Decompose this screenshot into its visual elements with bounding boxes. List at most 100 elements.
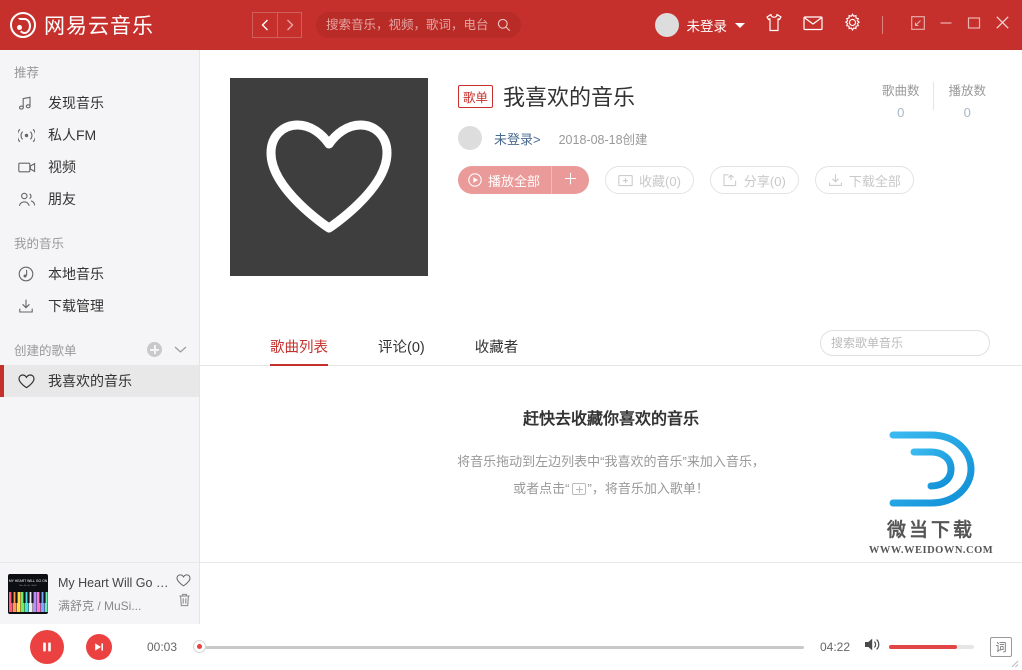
- settings-button[interactable]: [843, 13, 862, 37]
- album-art[interactable]: MY HEART WILL GO ON Man Shu Ke / MuSi: [8, 573, 48, 614]
- like-button[interactable]: [176, 573, 191, 592]
- play-all-button[interactable]: 播放全部 ＋: [458, 166, 590, 194]
- close-icon: [996, 16, 1009, 29]
- radio-icon: [18, 128, 38, 143]
- next-track-button[interactable]: [86, 634, 112, 660]
- weidown-d-logo-icon: [889, 431, 975, 507]
- sidebar-item-label: 本地音乐: [48, 266, 104, 282]
- tab-collectors[interactable]: 收藏者: [475, 336, 519, 365]
- sidebar-item-my-favorite-music[interactable]: 我喜欢的音乐: [0, 365, 199, 397]
- sidebar-item-label: 下载管理: [48, 298, 104, 314]
- page-title: 我喜欢的音乐: [503, 85, 636, 110]
- sidebar-section-title-created: 创建的歌单: [14, 344, 77, 358]
- nav-back-button[interactable]: [252, 12, 277, 38]
- share-icon: [723, 174, 737, 187]
- add-to-playlist-button[interactable]: ＋: [551, 166, 589, 194]
- playlist-cover[interactable]: [230, 78, 428, 276]
- playlist-actions: 播放全部 ＋ 收藏(0) 分享(0) 下载全部: [458, 166, 1002, 194]
- watermark-url: WWW.WEIDOWN.COM: [868, 545, 994, 556]
- volume-icon: [865, 638, 880, 651]
- playlist-created-date: 2018-08-18创建: [558, 132, 648, 147]
- plus-circle-icon[interactable]: [147, 342, 162, 357]
- global-search[interactable]: [316, 12, 521, 38]
- sidebar-item-local-music[interactable]: 本地音乐: [0, 258, 199, 290]
- player-spacer: [200, 562, 1022, 624]
- empty-line1-after: ”来加入音乐，: [682, 454, 765, 469]
- album-art-piano-keys-icon: MY HEART WILL GO ON Man Shu Ke / MuSi: [8, 573, 48, 614]
- volume-slider[interactable]: [889, 645, 974, 649]
- delete-button[interactable]: [178, 593, 191, 612]
- sidebar-item-download-manager[interactable]: 下载管理: [0, 290, 199, 322]
- sidebar-item-label: 我喜欢的音乐: [48, 373, 132, 389]
- svg-text:MY HEART WILL GO ON: MY HEART WILL GO ON: [9, 579, 48, 583]
- sidebar-item-friends[interactable]: 朋友: [0, 183, 199, 215]
- sidebar-item-personal-fm[interactable]: 私人FM: [0, 119, 199, 151]
- tab-bar: 歌曲列表 评论(0) 收藏者: [200, 322, 1022, 366]
- mini-mode-button[interactable]: [911, 15, 925, 35]
- sidebar-item-video[interactable]: 视频: [0, 151, 199, 183]
- minimize-icon: [940, 21, 952, 24]
- now-playing-meta: My Heart Will Go On 满舒克 / MuSi...: [58, 573, 191, 614]
- avatar[interactable]: [458, 126, 482, 150]
- chevron-left-icon: [261, 19, 268, 31]
- play-circle-icon: [468, 173, 482, 187]
- download-all-label: 下载全部: [848, 173, 901, 189]
- stat-label: 歌曲数: [881, 84, 920, 98]
- playlist-author[interactable]: 未登录>: [494, 129, 541, 148]
- nav-buttons: [252, 12, 302, 38]
- friends-icon: [18, 192, 38, 207]
- download-all-button[interactable]: 下载全部: [814, 166, 914, 194]
- sidebar-section-title-recommend: 推荐: [14, 66, 40, 80]
- svg-text:Man Shu Ke / MuSi: Man Shu Ke / MuSi: [19, 585, 37, 587]
- nav-forward-button[interactable]: [277, 12, 302, 38]
- progress-slider[interactable]: [193, 640, 804, 653]
- pause-button[interactable]: [30, 630, 64, 664]
- playlist-search[interactable]: [820, 330, 990, 356]
- now-playing-artist: 满舒克 / MuSi...: [58, 598, 142, 613]
- sidebar-item-discover[interactable]: 发现音乐: [0, 87, 199, 119]
- watermark-text: 微当下载: [886, 520, 975, 541]
- volume-button[interactable]: [864, 637, 881, 657]
- maximize-button[interactable]: [967, 16, 981, 35]
- shirt-button[interactable]: [765, 13, 783, 37]
- close-button[interactable]: [995, 15, 1010, 35]
- stat-value: 0: [897, 105, 905, 120]
- empty-line1-before: 将音乐拖动到左边列表中“: [457, 454, 605, 469]
- progress-knob[interactable]: [193, 640, 207, 653]
- chevron-down-icon[interactable]: [174, 343, 187, 357]
- playlist-search-input[interactable]: [831, 336, 986, 350]
- brand: 网易云音乐: [10, 10, 154, 40]
- folder-plus-icon: [618, 174, 633, 186]
- heart-outline-icon: [18, 373, 38, 389]
- clock-music-icon: [18, 266, 38, 282]
- title-bar: 网易云音乐 未登录: [0, 0, 1022, 50]
- trash-icon: [179, 593, 190, 607]
- playlist-author-row: 未登录> 2018-08-18创建: [458, 126, 1002, 150]
- sidebar: 推荐 发现音乐 私人FM 视频 朋友 我的音乐 本地音乐 下载管理 创建的歌单 …: [0, 50, 200, 562]
- user-name[interactable]: 未登录: [687, 15, 728, 35]
- share-button[interactable]: 分享(0): [709, 166, 799, 194]
- mini-mode-icon: [911, 15, 925, 30]
- lyrics-button[interactable]: 词: [990, 637, 1012, 657]
- minimize-button[interactable]: [939, 16, 953, 35]
- heart-outline-icon: [176, 573, 191, 586]
- watermark: 微当下载 WWW.WEIDOWN.COM: [856, 430, 1006, 556]
- playlist-stats: 歌曲数 0 播放数 0: [868, 80, 1000, 120]
- avatar[interactable]: [654, 13, 679, 37]
- stat-value: 0: [963, 105, 971, 120]
- mail-button[interactable]: [803, 15, 823, 36]
- total-time: 04:22: [819, 640, 850, 654]
- maximize-icon: [967, 16, 981, 29]
- chevron-down-icon[interactable]: [735, 22, 745, 28]
- tab-song-list[interactable]: 歌曲列表: [270, 336, 328, 366]
- now-playing-panel: MY HEART WILL GO ON Man Shu Ke / MuSi My…: [0, 562, 200, 624]
- main-content: 歌单 我喜欢的音乐 未登录> 2018-08-18创建 播放全部 ＋ 收藏(0)…: [200, 50, 1022, 562]
- tab-comments[interactable]: 评论(0): [378, 336, 425, 365]
- player-bar: 00:03 04:22 词: [0, 624, 1022, 670]
- shirt-icon: [766, 13, 782, 32]
- search-input[interactable]: [326, 18, 497, 32]
- resize-grip-icon[interactable]: [1009, 658, 1019, 668]
- heart-outline-large-icon: [266, 120, 392, 233]
- stat-label: 播放数: [948, 84, 986, 98]
- collect-button[interactable]: 收藏(0): [605, 166, 694, 194]
